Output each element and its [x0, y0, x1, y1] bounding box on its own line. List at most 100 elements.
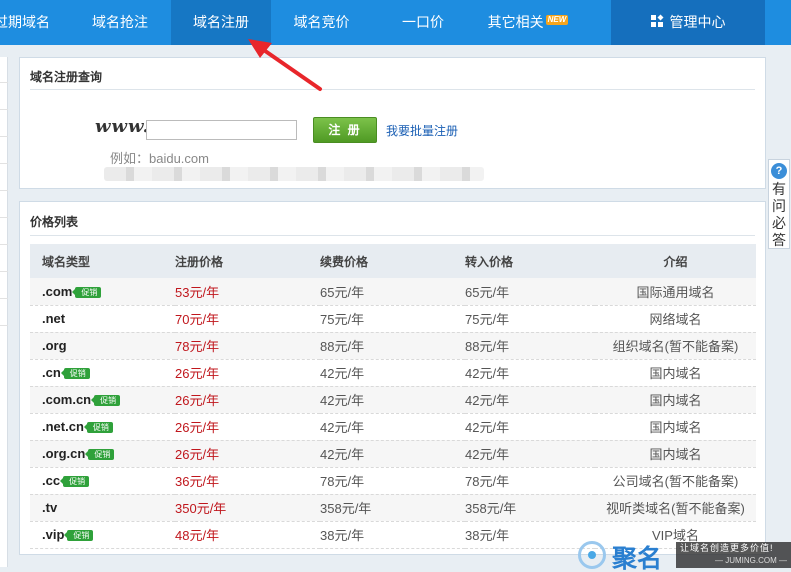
table-row: .net.cn 促销 26元/年 42元/年 42元/年 国内域名 [30, 413, 756, 441]
cell-description: 公司域名(暂不能备案) [595, 467, 756, 495]
example-hint: 例如：baidu.com [110, 151, 209, 166]
cell-domain-type: .net.cn 促销 [30, 413, 175, 441]
cell-register-price: 26元/年 [175, 413, 320, 441]
cell-renew-price: 358元/年 [320, 494, 465, 522]
promo-tag: 促销 [85, 449, 115, 460]
table-row: .org.cn 促销 26元/年 42元/年 42元/年 国内域名 [30, 440, 756, 468]
panel-title: 价格列表 [30, 215, 79, 229]
cell-domain-type: .cn 促销 [30, 359, 175, 387]
header-description: 介绍 [595, 244, 756, 278]
cell-domain-type: .com.cn 促销 [30, 386, 175, 414]
cell-description: 组织域名(暂不能备案) [595, 332, 756, 360]
cell-renew-price: 38元/年 [320, 521, 465, 549]
nav-label: 域名抢注 [92, 14, 148, 30]
nav-domain-snapback[interactable]: 域名抢注 [72, 0, 168, 45]
cell-renew-price: 78元/年 [320, 467, 465, 495]
cell-register-price: 26元/年 [175, 359, 320, 387]
batch-register-link[interactable]: 我要批量注册 [386, 122, 458, 139]
faq-side-tab[interactable]: ? 有问必答 [768, 159, 790, 249]
nav-expired-domains[interactable]: 过期域名 [0, 0, 61, 45]
cell-transfer-price: 42元/年 [465, 413, 595, 441]
table-row: .cn 促销 26元/年 42元/年 42元/年 国内域名 [30, 359, 756, 387]
header-register-price: 注册价格 [175, 244, 320, 278]
cell-renew-price: 42元/年 [320, 359, 465, 387]
table-row: .org 78元/年 88元/年 88元/年 组织域名(暂不能备案) [30, 332, 756, 360]
cell-renew-price: 42元/年 [320, 440, 465, 468]
domain-extension: .vip [42, 527, 65, 542]
table-row: .com 促销 53元/年 65元/年 65元/年 国际通用域名 [30, 278, 756, 306]
nav-fixed-price[interactable]: 一口价 [378, 0, 468, 45]
cell-renew-price: 88元/年 [320, 332, 465, 360]
nav-management-center[interactable]: 管理中心 [611, 0, 765, 45]
promo-tag: 促销 [60, 368, 90, 379]
cell-domain-type: .cc 促销 [30, 467, 175, 495]
cell-domain-type: .net [30, 305, 175, 333]
domain-extension: .cc [42, 473, 61, 488]
watermark-name: 聚名 [612, 544, 663, 572]
domain-query-panel: 域名注册查询 www. 注 册 我要批量注册 例如：baidu.com [19, 57, 766, 189]
price-list-panel: 价格列表 域名类型 注册价格 续费价格 转入价格 介绍 .com 促销 53元/年 6… [19, 201, 766, 555]
cell-renew-price: 42元/年 [320, 413, 465, 441]
cell-domain-type: .vip 促销 [30, 521, 175, 549]
cell-domain-type: .com 促销 [30, 278, 175, 306]
cell-transfer-price: 42元/年 [465, 359, 595, 387]
table-row: .cc 促销 36元/年 78元/年 78元/年 公司域名(暂不能备案) [30, 467, 756, 495]
cell-transfer-price: 358元/年 [465, 494, 595, 522]
new-badge: NEW [545, 15, 569, 25]
nav-label: 域名竞价 [293, 14, 350, 30]
nav-other-related[interactable]: 其它相关 NEW [468, 0, 588, 45]
cell-renew-price: 42元/年 [320, 386, 465, 414]
cell-transfer-price: 88元/年 [465, 332, 595, 360]
www-prefix: www. [95, 116, 150, 137]
domain-extension: .net [42, 311, 66, 326]
promo-tag: 促销 [60, 476, 90, 487]
watermark-box: 让域名创造更多价值! — JUMING.COM — [676, 542, 791, 568]
cell-description: 国内域名 [595, 440, 756, 468]
cell-register-price: 70元/年 [175, 305, 320, 333]
cell-transfer-price: 38元/年 [465, 521, 595, 549]
table-row: .com.cn 促销 26元/年 42元/年 42元/年 国内域名 [30, 386, 756, 414]
cell-transfer-price: 75元/年 [465, 305, 595, 333]
dashboard-grid-icon [650, 14, 664, 28]
cell-register-price: 53元/年 [175, 278, 320, 306]
domain-extension: .net.cn [42, 419, 84, 434]
domain-extension: .org [42, 338, 67, 353]
red-arrow-annotation [248, 39, 322, 91]
cell-domain-type: .org [30, 332, 175, 360]
domain-extension: .com [42, 283, 73, 299]
cell-register-price: 26元/年 [175, 440, 320, 468]
domain-extension: .tv [42, 500, 58, 515]
cell-description: 视听类域名(暂不能备案) [595, 494, 756, 522]
cell-register-price: 48元/年 [175, 521, 320, 549]
register-button[interactable]: 注 册 [313, 117, 377, 143]
nav-label: 域名注册 [193, 14, 249, 30]
watermark-domain: — JUMING.COM — [715, 556, 787, 565]
left-sidebar-edge [0, 57, 8, 567]
cell-transfer-price: 42元/年 [465, 386, 595, 414]
table-row: .tv 350元/年 358元/年 358元/年 视听类域名(暂不能备案) [30, 494, 756, 522]
cell-renew-price: 75元/年 [320, 305, 465, 333]
header-transfer-price: 转入价格 [465, 244, 595, 278]
cell-renew-price: 65元/年 [320, 278, 465, 306]
faq-label: 有问必答 [772, 181, 786, 248]
cell-transfer-price: 65元/年 [465, 278, 595, 306]
nav-label: 过期域名 [0, 14, 50, 30]
table-row: .net 70元/年 75元/年 75元/年 网络域名 [30, 305, 756, 333]
cell-description: 国内域名 [595, 359, 756, 387]
domain-input[interactable] [146, 120, 297, 140]
question-bubble-icon: ? [771, 163, 787, 179]
cell-register-price: 350元/年 [175, 494, 320, 522]
cell-register-price: 36元/年 [175, 467, 320, 495]
promo-tag: 促销 [83, 422, 113, 433]
table-header-row: 域名类型 注册价格 续费价格 转入价格 介绍 [30, 244, 756, 278]
domain-extension: .org.cn [42, 446, 86, 461]
cell-transfer-price: 78元/年 [465, 467, 595, 495]
cell-domain-type: .org.cn 促销 [30, 440, 175, 468]
cell-domain-type: .tv [30, 494, 175, 522]
cell-description: 国内域名 [595, 386, 756, 414]
promo-tag: 促销 [64, 530, 94, 541]
cell-register-price: 78元/年 [175, 332, 320, 360]
cell-transfer-price: 42元/年 [465, 440, 595, 468]
juming-logo-icon [578, 541, 606, 569]
panel-title: 域名注册查询 [30, 70, 103, 84]
